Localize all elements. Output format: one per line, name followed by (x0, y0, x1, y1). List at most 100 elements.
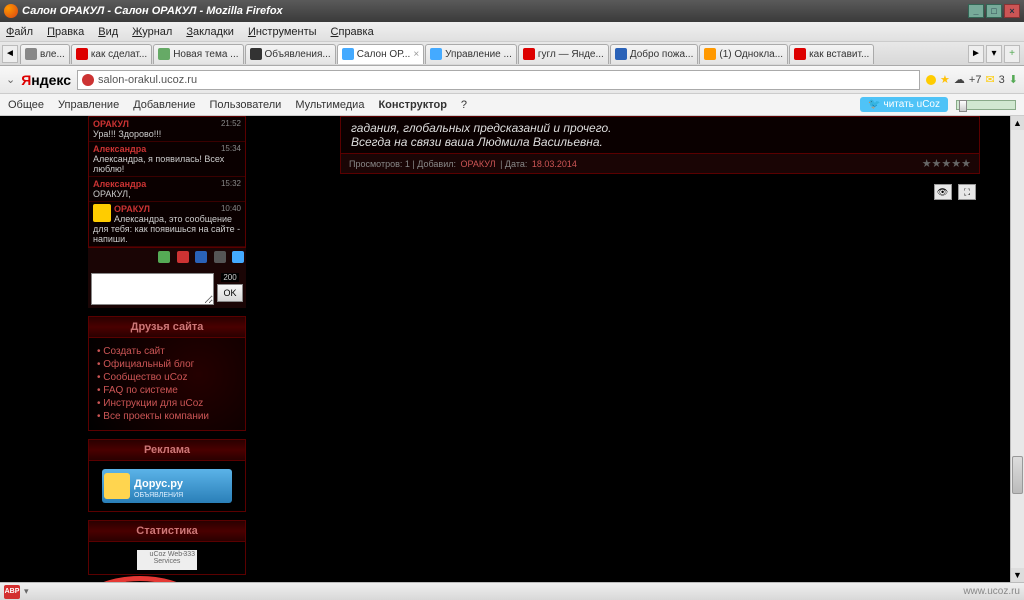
tab-favicon (430, 48, 442, 60)
chat-input[interactable] (91, 273, 214, 305)
rating-stars[interactable]: ★★★★★ (922, 157, 971, 170)
ucoz-menu-item[interactable]: Пользователи (210, 99, 282, 111)
nav-caret-icon[interactable]: ⌄ (6, 73, 15, 86)
toolbar-slider[interactable] (956, 100, 1016, 110)
chat-username[interactable]: Александра (93, 144, 241, 154)
menu-item[interactable]: Правка (47, 26, 84, 38)
browser-tab[interactable]: (1) Однокла... (699, 44, 788, 64)
ad-brand: Дорус.ру (134, 478, 183, 490)
mail-icon[interactable]: ✉ (985, 73, 994, 86)
tab-label: Новая тема ... (173, 49, 238, 60)
chat-username[interactable]: ОРАКУЛ (93, 204, 241, 214)
tab-label: как вставит... (809, 49, 869, 60)
weather-icon[interactable]: ☁ (954, 73, 965, 86)
tab-close-icon[interactable]: × (413, 49, 419, 60)
ucoz-menu-item[interactable]: ? (461, 99, 467, 111)
view-icon-button[interactable]: 👁 (934, 184, 952, 200)
tab-list-button[interactable]: ▾ (986, 45, 1002, 63)
scroll-up-arrow[interactable]: ▲ (1011, 116, 1024, 130)
menu-item[interactable]: Справка (331, 26, 374, 38)
browser-tab[interactable]: Управление ... (425, 44, 517, 64)
chat-text: Александра, я появилась! Всех люблю! (93, 154, 224, 174)
bookmark-star-icon[interactable]: ★ (940, 73, 950, 86)
stat-counter-badge[interactable]: uCoz Web-Services 333 (137, 550, 197, 570)
menu-item[interactable]: Инструменты (248, 26, 317, 38)
browser-tab[interactable]: Добро пожа... (610, 44, 699, 64)
indicator-dot[interactable] (926, 75, 936, 85)
chat-submit-button[interactable]: OK (217, 284, 243, 302)
chat-text: ОРАКУЛ, (93, 189, 131, 199)
address-bar-row: ⌄ Яндекс salon-orakul.ucoz.ru ★ ☁ +7 ✉ 3… (0, 66, 1024, 94)
chat-username[interactable]: ОРАКУЛ (93, 119, 241, 129)
post-date-link[interactable]: 18.03.2014 (532, 159, 577, 169)
status-dropdown-icon[interactable]: ▾ (24, 586, 29, 597)
chat-char-count: 200 (221, 273, 238, 282)
new-tab-button[interactable]: + (1004, 45, 1020, 63)
ucoz-menu-item[interactable]: Добавление (133, 99, 195, 111)
browser-tab[interactable]: Салон ОР...× (337, 44, 424, 64)
tab-label: Салон ОР... (357, 49, 411, 60)
friends-link[interactable]: Сообщество uCoz (97, 372, 237, 383)
adblock-icon[interactable]: ABP (4, 585, 20, 599)
ucoz-menu-item[interactable]: Общее (8, 99, 44, 111)
friends-link[interactable]: Все проекты компании (97, 411, 237, 422)
share-icon[interactable] (158, 251, 170, 263)
ad-banner[interactable]: Дорус.ру ОБЪЯВЛЕНИЯ (102, 469, 232, 503)
tab-favicon (342, 48, 354, 60)
friends-link[interactable]: Создать сайт (97, 346, 237, 357)
browser-tab[interactable]: Объявления... (245, 44, 336, 64)
tab-scroll-right[interactable]: ► (968, 45, 984, 63)
ucoz-menu-item[interactable]: Мультимедиа (295, 99, 364, 111)
friends-link[interactable]: Инструкции для uCoz (97, 398, 237, 409)
share-icon[interactable] (232, 251, 244, 263)
maximize-button[interactable]: □ (986, 4, 1002, 18)
yandex-logo[interactable]: Яндекс (21, 72, 71, 88)
minimize-button[interactable]: _ (968, 4, 984, 18)
ad-subtitle: ОБЪЯВЛЕНИЯ (134, 492, 183, 499)
ad-block: Дорус.ру ОБЪЯВЛЕНИЯ (88, 461, 246, 512)
ucoz-menu-item[interactable]: Конструктор (378, 99, 446, 111)
tab-favicon (76, 48, 88, 60)
menu-item[interactable]: Журнал (132, 26, 172, 38)
menu-item[interactable]: Файл (6, 26, 33, 38)
friends-link[interactable]: Официальный блог (97, 359, 237, 370)
friends-link[interactable]: FAQ по системе (97, 385, 237, 396)
browser-tab[interactable]: как сделат... (71, 44, 152, 64)
chat-text: Ура!!! Здорово!!! (93, 129, 161, 139)
download-arrow-icon[interactable]: ⬇ (1009, 73, 1018, 86)
ucoz-read-button[interactable]: 🐦 читать uCoz (860, 97, 948, 112)
chat-widget: ОРАКУЛ21:52Ура!!! Здорово!!!Александра15… (88, 116, 246, 248)
chat-time: 21:52 (221, 119, 241, 128)
tab-scroll-left[interactable]: ◄ (2, 45, 18, 63)
sidebar: ОРАКУЛ21:52Ура!!! Здорово!!!Александра15… (88, 116, 246, 575)
address-bar[interactable]: salon-orakul.ucoz.ru (77, 70, 920, 90)
menu-item[interactable]: Вид (98, 26, 118, 38)
tab-favicon (158, 48, 170, 60)
share-icon[interactable] (214, 251, 226, 263)
avatar (93, 204, 111, 222)
toolbar-right-icons: ★ ☁ +7 ✉ 3 ⬇ (926, 73, 1018, 86)
vertical-scrollbar[interactable]: ▲ ▼ (1010, 116, 1024, 582)
browser-tab[interactable]: как вставит... (789, 44, 874, 64)
tab-favicon (794, 48, 806, 60)
post-text-line: гадания, глобальных предсказаний и проче… (351, 121, 969, 135)
ucoz-menu-item[interactable]: Управление (58, 99, 119, 111)
share-icon[interactable] (177, 251, 189, 263)
fullscreen-icon-button[interactable]: ⛶ (958, 184, 976, 200)
scroll-thumb[interactable] (1012, 456, 1023, 494)
ad-block-title: Реклама (88, 439, 246, 461)
browser-tab[interactable]: гугл — Янде... (518, 44, 609, 64)
scroll-down-arrow[interactable]: ▼ (1011, 568, 1024, 582)
chat-username[interactable]: Александра (93, 179, 241, 189)
window-titlebar: Салон ОРАКУЛ - Салон ОРАКУЛ - Mozilla Fi… (0, 0, 1024, 22)
browser-tab[interactable]: Новая тема ... (153, 44, 243, 64)
browser-tab[interactable]: вле... (20, 44, 70, 64)
close-button[interactable]: × (1004, 4, 1020, 18)
menu-item[interactable]: Закладки (186, 26, 234, 38)
post-author-link[interactable]: ОРАКУЛ (461, 159, 496, 169)
tab-favicon (250, 48, 262, 60)
post-text-line: Всегда на связи ваша Людмила Васильевна. (351, 135, 969, 149)
ad-icon (104, 473, 130, 499)
firefox-icon (4, 4, 18, 18)
share-vk-icon[interactable] (195, 251, 207, 263)
